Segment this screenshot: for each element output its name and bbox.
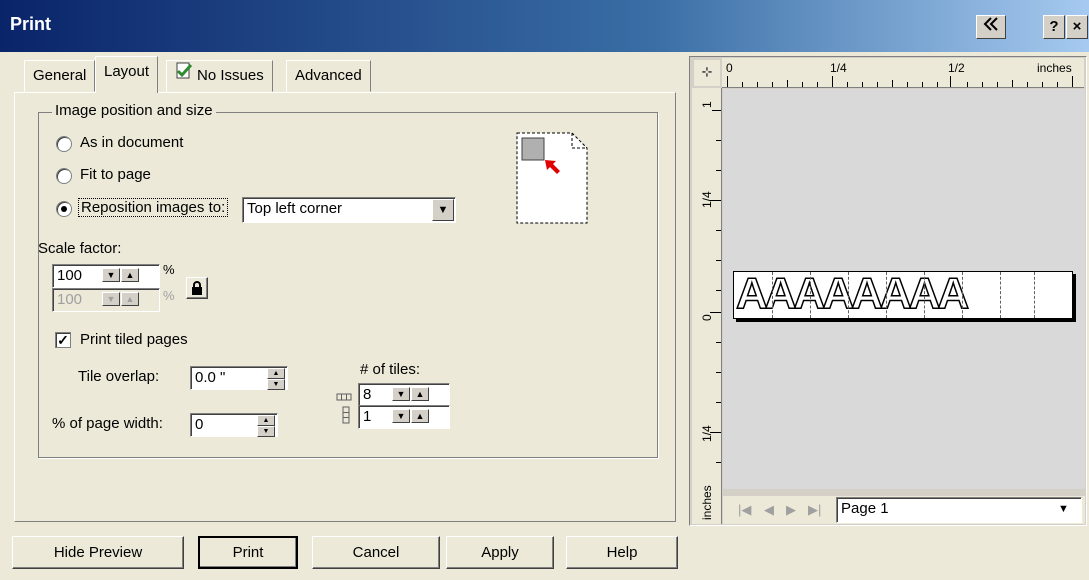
tiles-vertical-down[interactable]: ▼ <box>392 409 410 423</box>
ruler-label-half: 1/2 <box>948 61 965 75</box>
dropdown-arrow-icon[interactable]: ▼ <box>432 199 454 221</box>
vruler-label-0: 0 <box>700 314 714 321</box>
check-document-icon <box>175 61 193 91</box>
help-button[interactable]: Help <box>566 536 678 569</box>
radio-reposition-label: Reposition images to: <box>78 198 229 217</box>
scale-y-down-button: ▼ <box>102 292 120 306</box>
tile-overlap-label: Tile overlap: <box>78 368 160 385</box>
first-page-icon[interactable]: |◀ <box>738 502 751 518</box>
radio-as-in-document[interactable] <box>56 136 72 152</box>
page-width-label: % of page width: <box>52 415 163 432</box>
scale-x-down-button[interactable]: ▼ <box>102 268 120 282</box>
radio-as-in-document-label: As in document <box>80 134 184 151</box>
radio-reposition[interactable] <box>56 201 72 217</box>
tiles-horizontal-down[interactable]: ▼ <box>392 387 410 401</box>
help-title-button[interactable]: ? <box>1043 15 1065 39</box>
lock-aspect-button[interactable] <box>186 277 208 299</box>
tiles-horizontal-up[interactable]: ▲ <box>411 387 429 401</box>
vruler-label-inches: inches <box>700 485 714 520</box>
page-width-value: 0 <box>195 416 204 433</box>
tiles-vertical-value: 1 <box>363 408 372 425</box>
scale-factor-label: Scale factor: <box>38 240 122 257</box>
scale-x-percent: % <box>163 262 175 277</box>
ruler-origin-icon[interactable]: ⊹ <box>694 60 720 86</box>
apply-button[interactable]: Apply <box>446 536 554 569</box>
vertical-tiles-icon <box>341 406 351 428</box>
print-tiled-label: Print tiled pages <box>80 331 188 348</box>
tab-advanced[interactable]: Advanced <box>286 60 371 92</box>
scale-x-value: 100 <box>57 267 83 284</box>
next-page-icon[interactable]: ▶ <box>786 502 796 518</box>
horizontal-tiles-icon <box>336 389 352 406</box>
last-page-icon[interactable]: ▶| <box>808 502 821 518</box>
tab-general-label: General <box>33 67 87 84</box>
page-select[interactable]: Page 1 <box>836 497 1082 523</box>
tiles-horizontal-value: 8 <box>363 386 372 403</box>
tab-no-issues-label: No Issues <box>197 67 264 84</box>
tiles-label: # of tiles: <box>360 361 421 378</box>
scale-y-percent: % <box>163 288 175 303</box>
radio-fit-to-page-label: Fit to page <box>80 166 151 183</box>
page-select-value: Page 1 <box>841 500 889 517</box>
tiled-preview-text: AAAAAAAA <box>735 269 970 318</box>
tab-layout-label: Layout <box>104 63 150 80</box>
tile-overlap-down[interactable]: ▼ <box>267 379 285 390</box>
title-bar <box>0 0 1089 52</box>
radio-fit-to-page[interactable] <box>56 168 72 184</box>
ruler-label-quarter: 1/4 <box>830 61 847 75</box>
scale-y-value: 100 <box>57 291 83 308</box>
page-width-up[interactable]: ▲ <box>257 415 275 426</box>
collapse-preview-button[interactable] <box>976 15 1006 39</box>
page-position-thumbnail <box>512 128 592 228</box>
tab-general[interactable]: General <box>24 60 96 92</box>
tab-no-issues[interactable]: No Issues <box>166 60 273 92</box>
vruler-label-quarter-bottom: 1/4 <box>700 425 714 442</box>
vertical-ruler: 1 1/4 0 1/4 inches <box>692 88 722 524</box>
reposition-select[interactable]: Top left corner <box>242 197 456 223</box>
scale-y-up-button: ▲ <box>121 292 139 306</box>
lock-icon <box>191 281 203 299</box>
tile-overlap-value: 0.0 " <box>195 369 226 386</box>
print-button[interactable]: Print <box>198 536 298 569</box>
horizontal-ruler: 0 1/4 1/2 inches <box>722 58 1084 88</box>
tab-layout[interactable]: Layout <box>95 56 159 93</box>
ruler-label-0: 0 <box>726 61 733 75</box>
close-button[interactable]: × <box>1066 15 1088 39</box>
double-left-arrow-icon <box>982 17 1000 36</box>
tab-advanced-label: Advanced <box>295 67 362 84</box>
print-tiled-checkbox[interactable]: ✓ <box>55 332 71 348</box>
page-select-arrow-icon[interactable]: ▼ <box>1058 503 1069 515</box>
prev-page-icon[interactable]: ◀ <box>764 502 774 518</box>
reposition-select-value: Top left corner <box>247 200 343 217</box>
tiles-vertical-up[interactable]: ▲ <box>411 409 429 423</box>
ruler-label-inches: inches <box>1037 61 1072 75</box>
page-width-down[interactable]: ▼ <box>257 426 275 437</box>
tile-overlap-up[interactable]: ▲ <box>267 368 285 379</box>
window-title: Print <box>10 14 52 34</box>
group-title: Image position and size <box>52 102 216 119</box>
vruler-label-1: 1 <box>700 101 714 108</box>
hide-preview-button[interactable]: Hide Preview <box>12 536 184 569</box>
scale-x-up-button[interactable]: ▲ <box>121 268 139 282</box>
cancel-button[interactable]: Cancel <box>312 536 440 569</box>
tiled-preview-strip: AAAAAAAA <box>733 271 1073 319</box>
